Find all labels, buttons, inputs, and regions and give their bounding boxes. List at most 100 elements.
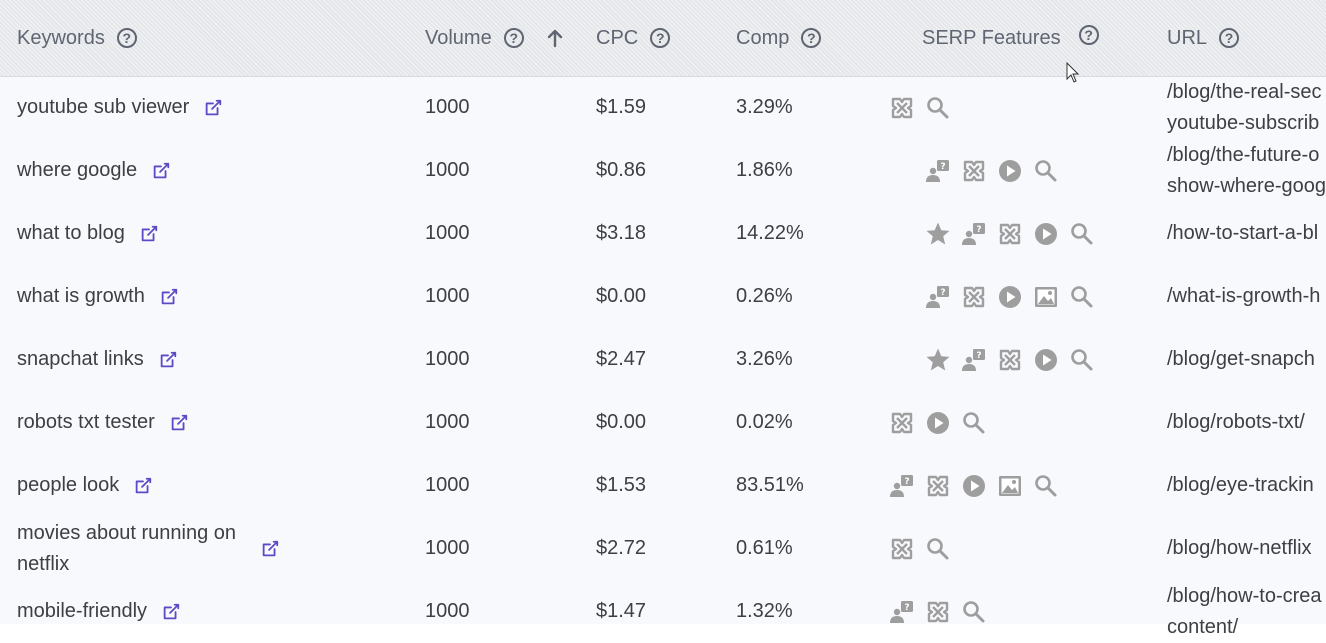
sitelinks-icon[interactable] <box>960 283 988 311</box>
comp-cell: 3.29% <box>736 96 793 118</box>
keyword-text: mobile-friendly <box>17 600 148 622</box>
url-text[interactable]: /blog/how-netflix <box>1167 533 1312 564</box>
table-row[interactable]: movies about running on netflix 1000 $2.72… <box>0 517 1326 580</box>
column-header-cpc[interactable]: CPC ? <box>596 0 671 76</box>
sort-ascending-icon[interactable] <box>546 28 564 48</box>
external-link-icon[interactable] <box>161 602 181 622</box>
external-link-icon[interactable] <box>139 224 159 244</box>
search-icon[interactable] <box>924 94 952 122</box>
external-link-icon[interactable] <box>203 98 223 118</box>
url-cell[interactable]: /what-is-growth-h <box>1167 265 1326 328</box>
sitelinks-icon[interactable] <box>960 157 988 185</box>
cpc-cell: $2.47 <box>596 348 647 370</box>
sitelinks-icon[interactable] <box>888 94 916 122</box>
search-icon[interactable] <box>960 409 988 437</box>
url-cell[interactable]: /blog/the-real-sec youtube-subscrib <box>1167 76 1326 139</box>
url-cell[interactable]: /blog/robots-txt/ <box>1167 391 1326 454</box>
people-also-ask-icon[interactable]: ? <box>888 598 916 626</box>
volume-cell: 1000 <box>425 96 470 118</box>
column-header-keywords[interactable]: Keywords ? <box>17 0 137 76</box>
sitelinks-icon[interactable] <box>888 409 916 437</box>
keyword-text: people look <box>17 474 120 496</box>
url-text[interactable]: /blog/the-real-sec youtube-subscrib <box>1167 77 1322 139</box>
column-header-url[interactable]: URL ? <box>1167 0 1240 76</box>
url-text[interactable]: /blog/robots-txt/ <box>1167 407 1305 438</box>
video-icon[interactable] <box>1032 346 1060 374</box>
column-header-comp[interactable]: Comp ? <box>736 0 822 76</box>
serp-features-cell: ? <box>924 265 1096 328</box>
external-link-icon[interactable] <box>151 161 171 181</box>
url-text[interactable]: /blog/get-snapch <box>1167 344 1315 375</box>
url-cell[interactable]: /how-to-start-a-bl <box>1167 202 1326 265</box>
external-link-icon[interactable] <box>133 476 153 496</box>
table-row[interactable]: youtube sub viewer 1000 $1.59 3.29% /blog/th… <box>0 76 1326 139</box>
sitelinks-icon[interactable] <box>924 598 952 626</box>
url-text[interactable]: /how-to-start-a-bl <box>1167 218 1318 249</box>
table-row[interactable]: snapchat links 1000 $2.47 3.26%? /blog/get-s… <box>0 328 1326 391</box>
volume-cell: 1000 <box>425 411 470 433</box>
search-icon[interactable] <box>1068 346 1096 374</box>
comp-cell: 3.26% <box>736 348 793 370</box>
serp-features-cell <box>888 76 952 139</box>
table-row[interactable]: mobile-friendly 1000 $1.47 1.32%? /blog/how-… <box>0 580 1326 643</box>
comp-cell: 0.26% <box>736 285 793 307</box>
image-icon[interactable] <box>1032 283 1060 311</box>
url-text[interactable]: /what-is-growth-h <box>1167 281 1320 312</box>
video-icon[interactable] <box>996 157 1024 185</box>
search-icon[interactable] <box>924 535 952 563</box>
video-icon[interactable] <box>960 472 988 500</box>
url-text[interactable]: /blog/eye-trackin <box>1167 470 1314 501</box>
svg-text:?: ? <box>940 162 945 172</box>
url-text[interactable]: /blog/how-to-crea content/ <box>1167 581 1322 643</box>
sitelinks-icon[interactable] <box>996 220 1024 248</box>
external-link-icon[interactable] <box>260 539 280 559</box>
people-also-ask-icon[interactable]: ? <box>924 283 952 311</box>
url-cell[interactable]: /blog/how-to-crea content/ <box>1167 580 1326 643</box>
external-link-icon[interactable] <box>158 350 178 370</box>
table-row[interactable]: what to blog 1000 $3.18 14.22%? /how-to-star… <box>0 202 1326 265</box>
url-cell[interactable]: /blog/get-snapch <box>1167 328 1326 391</box>
help-icon[interactable]: ? <box>650 28 671 48</box>
search-icon[interactable] <box>1068 220 1096 248</box>
sitelinks-icon[interactable] <box>996 346 1024 374</box>
video-icon[interactable] <box>924 409 952 437</box>
help-icon[interactable]: ? <box>116 28 137 48</box>
video-icon[interactable] <box>996 283 1024 311</box>
search-icon[interactable] <box>960 598 988 626</box>
people-also-ask-icon[interactable]: ? <box>960 220 988 248</box>
search-icon[interactable] <box>1068 283 1096 311</box>
keyword-text: what to blog <box>17 222 125 244</box>
help-icon[interactable]: ? <box>1219 28 1240 48</box>
comp-cell: 0.61% <box>736 537 793 559</box>
url-cell[interactable]: /blog/the-future-o show-where-goog <box>1167 139 1326 202</box>
external-link-icon[interactable] <box>169 413 189 433</box>
sitelinks-icon[interactable] <box>888 535 916 563</box>
url-text[interactable]: /blog/the-future-o show-where-goog <box>1167 140 1326 202</box>
table-row[interactable]: robots txt tester 1000 $0.00 0.02% /blog/rob… <box>0 391 1326 454</box>
help-icon[interactable]: ? <box>503 28 524 48</box>
table-row[interactable]: where google 1000 $0.86 1.86%? /blog/the-fut… <box>0 139 1326 202</box>
column-header-volume[interactable]: Volume ? <box>425 0 564 76</box>
keyword-cell: mobile-friendly <box>17 580 317 643</box>
star-icon[interactable] <box>924 346 952 374</box>
keyword-text: movies about running on netflix <box>17 521 237 575</box>
serp-features-cell: ? <box>924 139 1060 202</box>
search-icon[interactable] <box>1032 157 1060 185</box>
external-link-icon[interactable] <box>159 287 179 307</box>
help-icon[interactable]: ? <box>1078 25 1099 45</box>
star-icon[interactable] <box>924 220 952 248</box>
url-cell[interactable]: /blog/eye-trackin <box>1167 454 1326 517</box>
table-row[interactable]: what is growth 1000 $0.00 0.26%? /what-is-gr… <box>0 265 1326 328</box>
volume-cell: 1000 <box>425 474 470 496</box>
video-icon[interactable] <box>1032 220 1060 248</box>
image-icon[interactable] <box>996 472 1024 500</box>
svg-text:?: ? <box>940 288 945 298</box>
table-row[interactable]: people look 1000 $1.53 83.51%? /blog/eye-tra… <box>0 454 1326 517</box>
people-also-ask-icon[interactable]: ? <box>888 472 916 500</box>
url-cell[interactable]: /blog/how-netflix <box>1167 517 1326 580</box>
search-icon[interactable] <box>1032 472 1060 500</box>
help-icon[interactable]: ? <box>801 28 822 48</box>
people-also-ask-icon[interactable]: ? <box>924 157 952 185</box>
people-also-ask-icon[interactable]: ? <box>960 346 988 374</box>
sitelinks-icon[interactable] <box>924 472 952 500</box>
